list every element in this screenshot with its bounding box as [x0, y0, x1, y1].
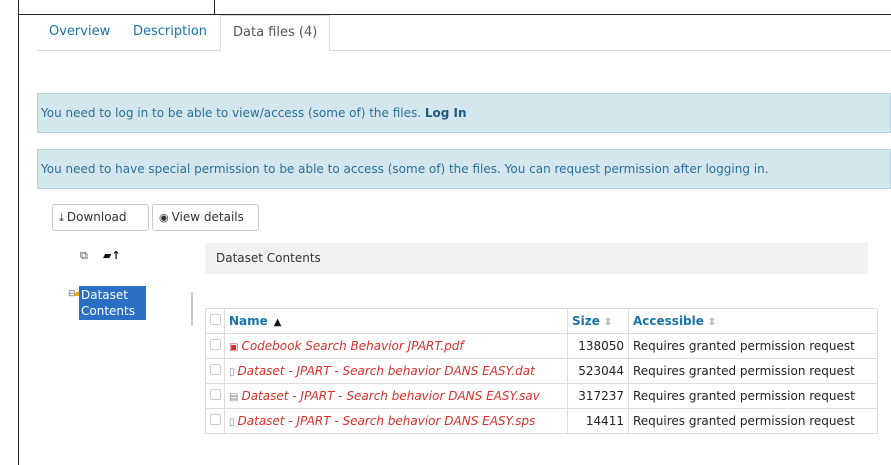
name-header-label: Name: [229, 314, 268, 328]
accessible-header-label: Accessible: [633, 314, 704, 328]
table-row[interactable]: ▤ Dataset - JPART - Search behavior DANS …: [205, 383, 878, 409]
file-accessible: Requires granted permission request: [628, 408, 878, 434]
tab-description[interactable]: Description: [133, 15, 207, 49]
file-name-cell[interactable]: ▤ Dataset - JPART - Search behavior DANS …: [224, 383, 568, 409]
file-icon: ▯: [229, 367, 235, 378]
content-heading: Dataset Contents: [205, 243, 868, 274]
frame-border-left: [18, 0, 19, 465]
file-name[interactable]: Dataset - JPART - Search behavior DANS E…: [238, 364, 535, 378]
permission-alert-text: You need to have special permission to b…: [41, 162, 769, 176]
file-name[interactable]: Dataset - JPART - Search behavior DANS E…: [238, 414, 536, 428]
login-alert: You need to log in to be able to view/ac…: [37, 93, 891, 133]
select-all-checkbox[interactable]: [205, 308, 225, 334]
download-icon: ⤓: [59, 211, 64, 224]
file-name[interactable]: Codebook Search Behavior JPART.pdf: [241, 339, 463, 353]
name-column-header[interactable]: Name ▲: [224, 308, 568, 334]
file-size: 138050: [567, 333, 629, 359]
view-details-button[interactable]: ◉ View details: [152, 204, 259, 231]
sort-icon: ⇕: [707, 317, 717, 328]
file-accessible: Requires granted permission request: [628, 383, 878, 409]
sort-icon: ⇕: [603, 317, 613, 328]
tab-data-files[interactable]: Data files (4): [220, 15, 331, 52]
table-row[interactable]: ▯ Dataset - JPART - Search behavior DANS …: [205, 358, 878, 384]
view-details-label: View details: [171, 210, 244, 224]
tab-overview[interactable]: Overview: [49, 15, 110, 49]
pdf-icon: ▣: [229, 342, 239, 353]
accessible-column-header[interactable]: Accessible ⇕: [628, 308, 878, 334]
table-row[interactable]: ▣ Codebook Search Behavior JPART.pdf 1380…: [205, 333, 878, 359]
download-label: Download: [66, 210, 127, 224]
file-accessible: Requires granted permission request: [628, 358, 878, 384]
sort-ascending-icon: ▲: [273, 317, 282, 328]
row-checkbox[interactable]: [205, 383, 225, 409]
size-column-header[interactable]: Size ⇕: [567, 308, 629, 334]
size-header-label: Size: [572, 314, 600, 328]
row-checkbox[interactable]: [205, 358, 225, 384]
table-header-row: Name ▲ Size ⇕ Accessible ⇕: [205, 308, 878, 334]
files-table: Name ▲ Size ⇕ Accessible ⇕ ▣ Codebook Search…: [205, 308, 878, 434]
file-size: 317237: [567, 383, 629, 409]
file-accessible: Requires granted permission request: [628, 333, 878, 359]
download-button[interactable]: ⤓ Download: [52, 204, 149, 231]
file-name-cell[interactable]: ▯ Dataset - JPART - Search behavior DANS …: [224, 408, 568, 434]
file-name-cell[interactable]: ▯ Dataset - JPART - Search behavior DANS …: [224, 358, 568, 384]
eye-icon: ◉: [159, 211, 169, 224]
login-link[interactable]: Log In: [425, 106, 467, 120]
table-row[interactable]: ▯ Dataset - JPART - Search behavior DANS …: [205, 408, 878, 434]
folder-up-icon[interactable]: ▰↑: [103, 249, 121, 262]
expand-all-icon[interactable]: ⧉: [80, 249, 88, 263]
row-checkbox[interactable]: [205, 333, 225, 359]
data-file-icon: ▤: [229, 392, 239, 403]
row-checkbox[interactable]: [205, 408, 225, 434]
file-size: 14411: [567, 408, 629, 434]
login-alert-text: You need to log in to be able to view/ac…: [41, 106, 422, 120]
file-name[interactable]: Dataset - JPART - Search behavior DANS E…: [241, 389, 539, 403]
file-icon: ▯: [229, 417, 235, 428]
tree-node-label[interactable]: Dataset Contents: [79, 286, 146, 320]
pane-divider[interactable]: [191, 292, 193, 326]
file-name-cell[interactable]: ▣ Codebook Search Behavior JPART.pdf: [224, 333, 568, 359]
file-size: 523044: [567, 358, 629, 384]
tab-bar: Overview Description Data files (4): [37, 15, 891, 52]
permission-alert: You need to have special permission to b…: [37, 149, 891, 189]
frame-border-tick: [214, 0, 215, 14]
